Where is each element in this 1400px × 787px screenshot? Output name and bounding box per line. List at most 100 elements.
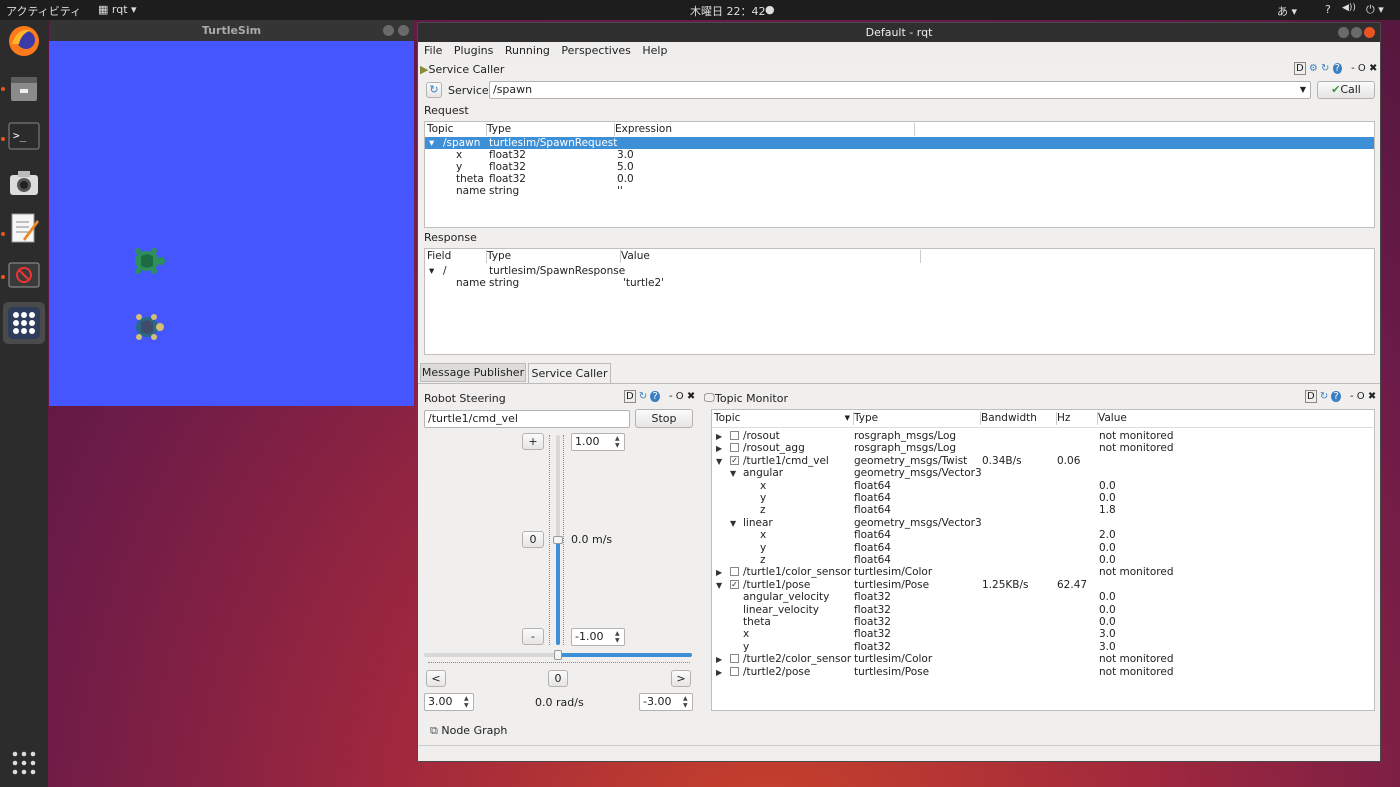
linear-slider-handle[interactable]	[553, 536, 563, 544]
files-icon[interactable]	[5, 70, 43, 108]
collapsed-arrow-icon[interactable]: ▶	[716, 444, 722, 453]
table-row[interactable]: angular_velocity float32 0.0	[712, 591, 1374, 603]
column-header[interactable]: Value	[621, 250, 921, 263]
spin-down-icon[interactable]: ▼	[615, 638, 623, 644]
clock[interactable]: 木曜日 22：42	[690, 3, 766, 19]
table-row[interactable]: x float64 2.0	[712, 529, 1374, 541]
minimize-float-icon[interactable]: - O	[669, 391, 684, 402]
table-row[interactable]: y float64 0.0	[712, 542, 1374, 554]
decrease-linear-button[interactable]: -	[522, 628, 544, 645]
maximize-icon[interactable]	[1351, 27, 1362, 38]
turn-right-button[interactable]: >	[671, 670, 691, 687]
menu-perspectives[interactable]: Perspectives	[561, 44, 630, 57]
reload-icon[interactable]: ↻	[1320, 391, 1328, 402]
angular-slider-handle[interactable]	[554, 650, 562, 660]
monitor-checkbox[interactable]	[730, 666, 739, 676]
table-row[interactable]: ▼ linear geometry_msgs/Vector3	[712, 517, 1374, 529]
help-icon[interactable]: ?	[1331, 391, 1341, 402]
table-row[interactable]: x float32 3.0	[712, 628, 1374, 640]
table-row[interactable]: theta float32 0.0	[712, 616, 1374, 628]
spin-down-icon[interactable]: ▼	[683, 703, 691, 709]
min-angular-spinbox[interactable]: -3.00 ▲ ▼	[639, 693, 693, 711]
table-row[interactable]: ▶ /rosout_agg rosgraph_msgs/Log not monitor…	[712, 442, 1374, 454]
help-icon[interactable]: ?	[1332, 63, 1342, 74]
tab-service-caller[interactable]: Service Caller	[528, 363, 611, 384]
max-angular-spinbox[interactable]: 3.00 ▲ ▼	[424, 693, 474, 711]
column-header[interactable]: Type	[854, 412, 981, 425]
collapsed-arrow-icon[interactable]: ▶	[716, 668, 722, 677]
monitor-checkbox[interactable]	[730, 443, 739, 453]
close-plugin-icon[interactable]: ✖	[1368, 391, 1376, 402]
close-icon[interactable]	[1364, 27, 1375, 38]
table-row[interactable]: ▶ /turtle2/color_sensor turtlesim/Color not…	[712, 653, 1374, 665]
table-row[interactable]: ▶ /turtle1/color_sensor turtlesim/Color not…	[712, 566, 1374, 578]
table-row[interactable]: ▼ angular geometry_msgs/Vector3	[712, 467, 1374, 479]
spin-down-icon[interactable]: ▼	[464, 703, 472, 709]
close-icon[interactable]	[398, 25, 409, 36]
expanded-arrow-icon[interactable]: ▼	[730, 519, 736, 528]
close-plugin-icon[interactable]: ✖	[687, 391, 695, 402]
show-apps-icon[interactable]	[5, 744, 43, 782]
collapsed-arrow-icon[interactable]: ▶	[716, 568, 722, 577]
collapse-arrow-icon[interactable]: ▾	[429, 265, 434, 277]
close-plugin-icon[interactable]: ✖	[1369, 63, 1377, 74]
ime-indicator[interactable]: あ ▾	[1277, 3, 1297, 19]
system-monitor-icon[interactable]	[5, 256, 43, 294]
dock-icon[interactable]: D	[1294, 62, 1306, 75]
camera-icon[interactable]	[5, 164, 43, 202]
reset-linear-button[interactable]: 0	[522, 531, 544, 548]
volume-icon[interactable]: ◀))	[1342, 3, 1356, 13]
node-graph-header[interactable]: ⧉ Node Graph	[430, 724, 507, 738]
menu-file[interactable]: File	[424, 44, 442, 57]
column-header[interactable]: Type	[487, 123, 615, 136]
minimize-icon[interactable]	[1338, 27, 1349, 38]
app-menu[interactable]: ▦ rqt ▾	[98, 3, 137, 16]
table-row[interactable]: ▶ /rosout rosgraph_msgs/Log not monitored	[712, 430, 1374, 442]
table-row[interactable]: z float64 0.0	[712, 554, 1374, 566]
column-header[interactable]: Topic	[427, 123, 487, 136]
request-cell[interactable]: 3.0	[617, 149, 634, 161]
collapse-arrow-icon[interactable]: ▾	[429, 137, 434, 149]
request-cell[interactable]: ''	[617, 185, 623, 197]
refresh-services-button[interactable]: ↻	[426, 82, 442, 98]
reload-icon[interactable]: ↻	[1321, 63, 1329, 74]
stop-button[interactable]: Stop	[635, 409, 693, 428]
spin-down-icon[interactable]: ▼	[615, 443, 623, 449]
dock-icon[interactable]: D	[1305, 390, 1317, 403]
help-icon[interactable]: ?	[650, 391, 660, 402]
monitor-checkbox[interactable]	[730, 654, 739, 664]
monitor-checkbox[interactable]	[730, 431, 739, 440]
text-editor-icon[interactable]	[5, 209, 43, 247]
expanded-arrow-icon[interactable]: ▼	[730, 469, 736, 478]
menu-running[interactable]: Running	[505, 44, 550, 57]
column-header[interactable]: Topic ▼	[714, 412, 854, 425]
monitor-checkbox[interactable]: ✓	[730, 455, 739, 465]
call-button[interactable]: ✔Call	[1317, 81, 1375, 99]
collapsed-arrow-icon[interactable]: ▶	[716, 432, 722, 441]
minimize-float-icon[interactable]: - O	[1351, 63, 1366, 74]
minimize-icon[interactable]	[383, 25, 394, 36]
column-header[interactable]: Type	[487, 250, 621, 263]
menu-help[interactable]: Help	[642, 44, 667, 57]
activities-button[interactable]: アクティビティ	[6, 3, 81, 19]
table-row[interactable]: ▼ ✓ /turtle1/pose turtlesim/Pose 1.25KB/s 62.…	[712, 579, 1374, 591]
min-linear-spinbox[interactable]: -1.00 ▲ ▼	[571, 628, 625, 646]
collapsed-arrow-icon[interactable]: ▶	[716, 655, 722, 664]
minimize-float-icon[interactable]: - O	[1350, 391, 1365, 402]
monitor-checkbox[interactable]	[730, 567, 739, 577]
table-row[interactable]: x float64 0.0	[712, 480, 1374, 492]
table-row[interactable]: y float32 3.0	[712, 641, 1374, 653]
cmd-vel-topic-input[interactable]: /turtle1/cmd_vel	[424, 410, 630, 428]
turn-left-button[interactable]: <	[426, 670, 446, 687]
expanded-arrow-icon[interactable]: ▼	[716, 457, 722, 466]
column-header[interactable]: Bandwidth	[981, 412, 1057, 425]
request-cell[interactable]: 0.0	[617, 173, 634, 185]
monitor-checkbox[interactable]: ✓	[730, 579, 739, 589]
turtlesim-titlebar[interactable]: TurtleSim	[49, 20, 414, 41]
column-header[interactable]: Expression	[615, 123, 915, 136]
table-row[interactable]: ▶ /turtle2/pose turtlesim/Pose not monitore…	[712, 666, 1374, 678]
table-row[interactable]: ▼ ✓ /turtle1/cmd_vel geometry_msgs/Twist 0.3…	[712, 455, 1374, 467]
help-icon[interactable]: ?	[1325, 3, 1331, 16]
table-row[interactable]: y float64 0.0	[712, 492, 1374, 504]
tab-message-publisher[interactable]: Message Publisher	[420, 363, 526, 382]
